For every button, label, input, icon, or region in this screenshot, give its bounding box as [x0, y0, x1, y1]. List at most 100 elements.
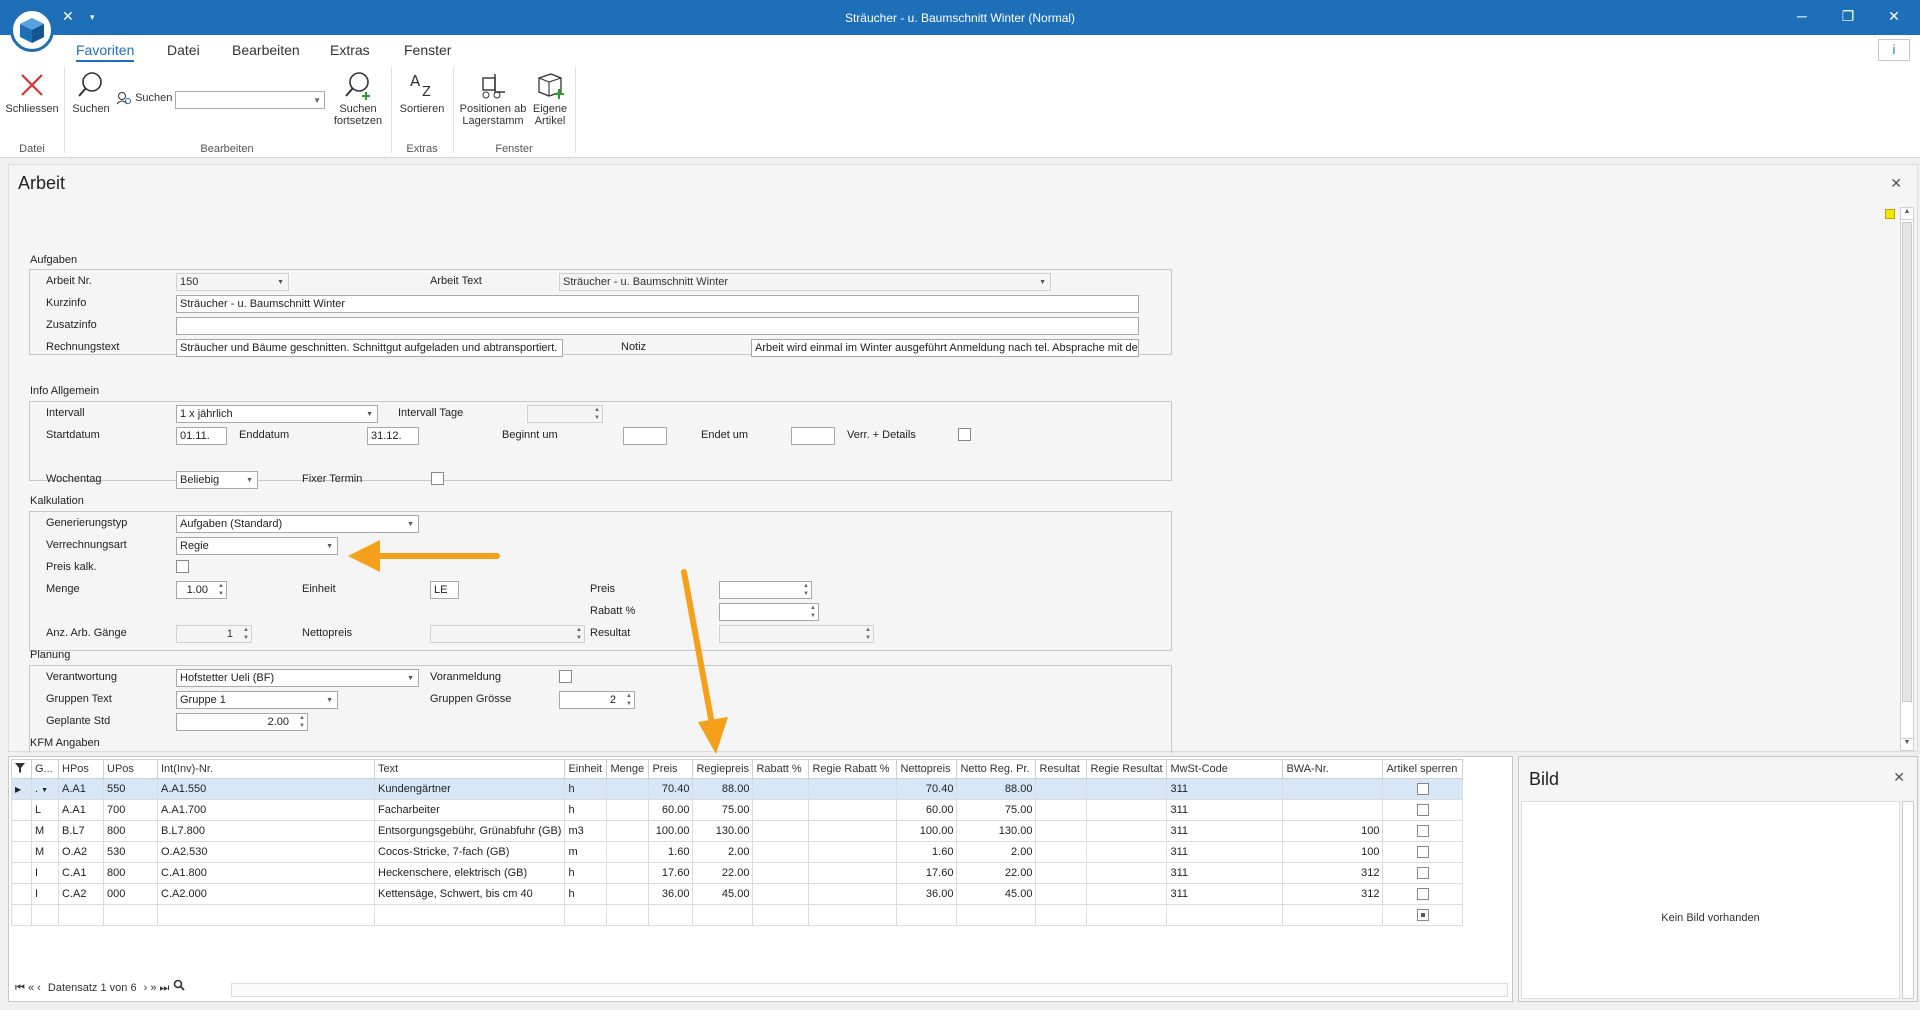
cell-einheit[interactable]: m3 — [564, 820, 608, 842]
cell-mwst[interactable]: 311 — [1166, 883, 1284, 905]
image-scrollbar[interactable] — [1902, 801, 1914, 999]
cell-bwa[interactable] — [1282, 778, 1384, 800]
cell-menge[interactable] — [606, 799, 650, 821]
cell-hpos[interactable]: A.A1 — [58, 778, 104, 800]
nav-last-icon[interactable]: ⏭ — [160, 982, 170, 994]
cell-text[interactable]: Kundengärtner — [373, 778, 566, 800]
cell-nr[interactable]: C.A1.800 — [157, 862, 375, 884]
app-logo[interactable] — [10, 8, 54, 52]
cell-einheit[interactable]: h — [564, 799, 608, 821]
cell-empty[interactable] — [752, 904, 810, 926]
chevron-down-icon[interactable]: ▼ — [41, 787, 48, 794]
cell-resultat[interactable] — [1035, 820, 1088, 842]
col-nr[interactable]: Int(Inv)-Nr. — [157, 759, 375, 779]
col-mwst[interactable]: MwSt-Code — [1166, 759, 1284, 779]
cell-regie-rabatt[interactable] — [808, 862, 898, 884]
cell-nr[interactable]: C.A2.000 — [157, 883, 375, 905]
col-artikel-sperren[interactable]: Artikel sperren — [1382, 759, 1464, 779]
cell-artikel-sperren[interactable] — [1382, 904, 1464, 926]
chevron-down-icon[interactable]: ▼ — [246, 477, 253, 484]
cell-mwst[interactable]: 311 — [1166, 841, 1284, 863]
artikel-sperren-checkbox[interactable] — [1416, 888, 1429, 901]
cell-nr[interactable]: A.A1.700 — [157, 799, 375, 821]
cell-mwst[interactable]: 311 — [1166, 799, 1284, 821]
cell-preis[interactable]: 70.40 — [648, 778, 694, 800]
menu-datei[interactable]: Datei — [167, 42, 200, 58]
positions-table[interactable]: G... HPos UPos Int(Inv)-Nr. Text Einheit… — [11, 759, 1464, 926]
cell-rabatt[interactable] — [752, 841, 810, 863]
own-articles-button[interactable]: Eigene Artikel — [530, 67, 570, 127]
cell-regie-resultat[interactable] — [1086, 778, 1168, 800]
cell-regie-resultat[interactable] — [1086, 883, 1168, 905]
cell-bwa[interactable]: 100 — [1282, 820, 1384, 842]
chevron-down-icon[interactable]: ▼ — [407, 521, 414, 528]
cell-artikel-sperren[interactable] — [1382, 820, 1464, 842]
cell-preis[interactable]: 17.60 — [648, 862, 694, 884]
cell-empty[interactable] — [606, 904, 650, 926]
cell-empty[interactable] — [373, 904, 566, 926]
gruppen-groesse-field[interactable]: 2 ▲ ▼ — [559, 691, 635, 709]
verr-details-checkbox[interactable] — [958, 428, 971, 441]
artikel-sperren-checkbox[interactable] — [1416, 783, 1429, 796]
cell-empty[interactable] — [564, 904, 608, 926]
col-nettopreis[interactable]: Nettopreis — [896, 759, 958, 779]
cell-empty[interactable] — [103, 904, 158, 926]
cell-hpos[interactable]: C.A1 — [58, 862, 104, 884]
cell-preis[interactable]: 1.60 — [648, 841, 694, 863]
col-rabatt[interactable]: Rabatt % — [752, 759, 810, 779]
cell-empty[interactable] — [157, 904, 375, 926]
cell-regiepreis[interactable]: 75.00 — [692, 799, 754, 821]
voranmeldung-checkbox[interactable] — [559, 670, 572, 683]
spinner-icon[interactable]: ▲ ▼ — [299, 714, 305, 730]
intervall-tage-field[interactable]: ▲ ▼ — [527, 405, 603, 423]
rechnungstext-field[interactable]: Sträucher und Bäume geschnitten. Schnitt… — [176, 339, 563, 357]
cell-nr[interactable]: B.L7.800 — [157, 820, 375, 842]
cell-regiepreis[interactable]: 45.00 — [692, 883, 754, 905]
scroll-down-icon[interactable]: ▼ — [1901, 738, 1913, 750]
anz-arb-gaenge-field[interactable]: 1 ▲ ▼ — [176, 625, 252, 643]
cell-nettopreis[interactable]: 17.60 — [896, 862, 958, 884]
col-hpos[interactable]: HPos — [58, 759, 104, 779]
cell-resultat[interactable] — [1035, 862, 1088, 884]
search-input[interactable]: ▼ — [175, 91, 325, 109]
col-text[interactable]: Text — [373, 759, 566, 779]
cell-einheit[interactable]: h — [564, 778, 608, 800]
cell-regiepreis[interactable]: 88.00 — [692, 778, 754, 800]
cell-regie-rabatt[interactable] — [808, 883, 898, 905]
cell-empty[interactable] — [956, 904, 1037, 926]
cell-upos[interactable]: 550 — [103, 778, 158, 800]
einheit-field[interactable]: LE — [430, 581, 459, 599]
cell-g[interactable]: I — [31, 883, 59, 905]
cell-text[interactable]: Heckenschere, elektrisch (GB) — [373, 862, 566, 884]
artikel-sperren-checkbox[interactable] — [1416, 867, 1429, 880]
cell-menge[interactable] — [606, 883, 650, 905]
cell-menge[interactable] — [606, 841, 650, 863]
cell-artikel-sperren[interactable] — [1382, 862, 1464, 884]
cell-regie-rabatt[interactable] — [808, 778, 898, 800]
cell-regie-resultat[interactable] — [1086, 841, 1168, 863]
arbeit-nr-field[interactable]: 150 ▼ — [176, 273, 289, 291]
table-row[interactable]: M B.L7 800 B.L7.800 Entsorgungsgebühr, G… — [11, 820, 1464, 842]
close-icon[interactable]: ✕ — [1890, 175, 1902, 192]
fixer-termin-checkbox[interactable] — [431, 472, 444, 485]
cell-bwa[interactable]: 312 — [1282, 883, 1384, 905]
spinner-icon[interactable]: ▲ ▼ — [594, 406, 600, 422]
cell-einheit[interactable]: h — [564, 883, 608, 905]
close-icon[interactable]: ✕ — [1893, 769, 1905, 786]
close-button[interactable]: Schliessen — [4, 67, 60, 115]
table-row[interactable]: M O.A2 530 O.A2.530 Cocos-Stricke, 7-fac… — [11, 841, 1464, 863]
nav-prev-page-icon[interactable]: « — [28, 982, 34, 994]
chevron-down-icon[interactable]: ▼ — [1039, 279, 1046, 286]
cell-regie-resultat[interactable] — [1086, 862, 1168, 884]
cell-artikel-sperren[interactable] — [1382, 841, 1464, 863]
cell-nettopreis[interactable]: 36.00 — [896, 883, 958, 905]
scroll-up-icon[interactable]: ▲ — [1901, 208, 1913, 220]
cell-g[interactable]: L — [31, 799, 59, 821]
col-regiepreis[interactable]: Regiepreis — [692, 759, 754, 779]
cell-bwa[interactable]: 100 — [1282, 841, 1384, 863]
spinner-icon[interactable]: ▲ ▼ — [803, 582, 809, 598]
spinner-icon[interactable]: ▲ ▼ — [243, 626, 249, 642]
cell-rabatt[interactable] — [752, 778, 810, 800]
cell-mwst[interactable]: 311 — [1166, 862, 1284, 884]
cell-empty[interactable] — [1035, 904, 1088, 926]
